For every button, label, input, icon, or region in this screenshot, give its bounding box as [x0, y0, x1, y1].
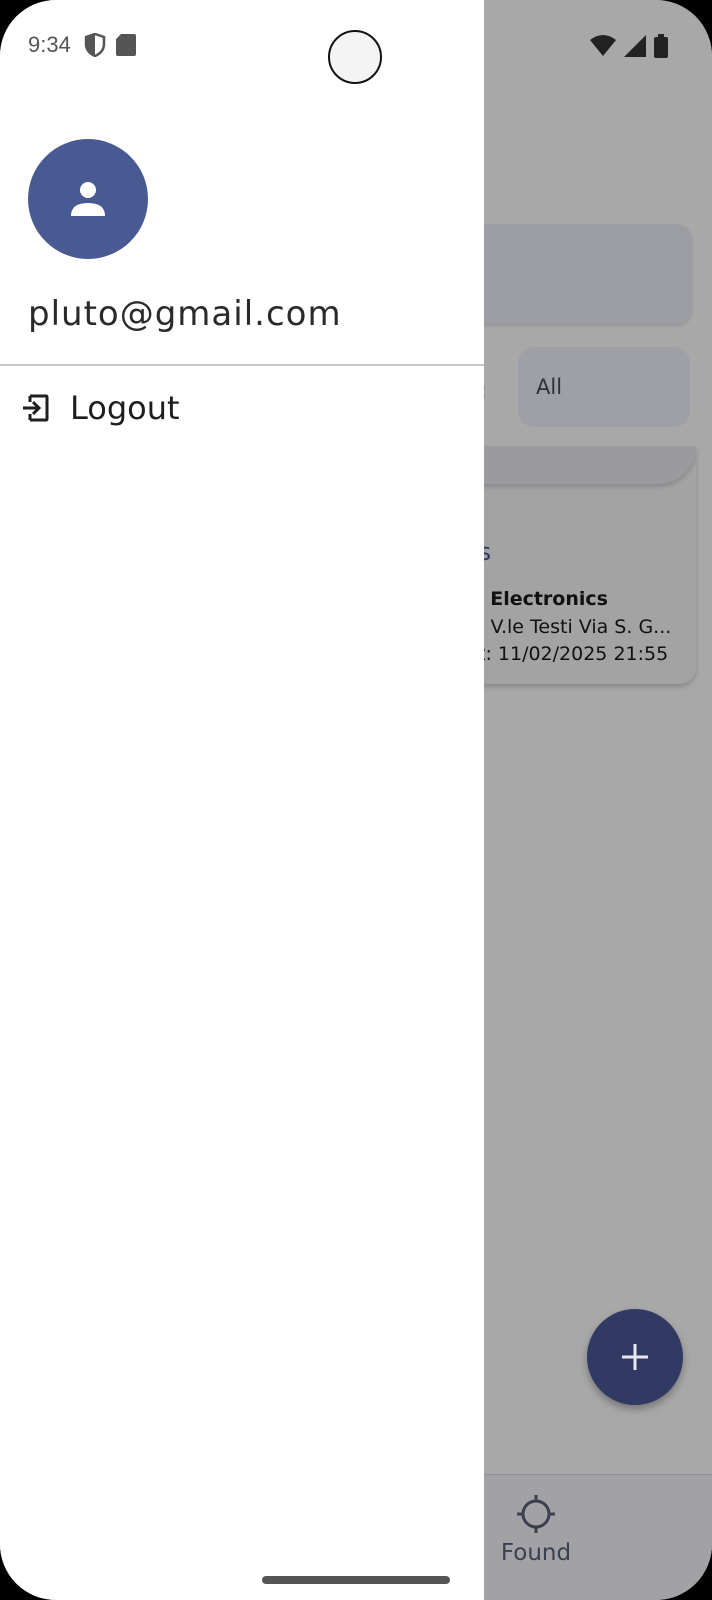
gesture-navigation-bar[interactable]	[262, 1576, 450, 1584]
filter-chip[interactable]: All	[518, 347, 690, 427]
person-icon	[71, 182, 105, 216]
drawer-divider	[0, 364, 484, 366]
crosshair-icon	[517, 1495, 555, 1533]
logout-menu-item[interactable]: Logout	[0, 380, 484, 436]
logout-icon	[23, 394, 49, 422]
device-screen: : All os : Electronics : V.le Testi Via …	[0, 0, 712, 1600]
card-category: : Electronics	[476, 588, 608, 610]
sd-card-icon	[116, 34, 136, 56]
nav-item-found[interactable]: Found	[486, 1494, 586, 1566]
wifi-icon	[590, 35, 616, 56]
card-date: t: 11/02/2025 21:55	[478, 643, 669, 665]
camera-cutout	[328, 30, 382, 84]
status-icons-left	[84, 33, 136, 57]
nav-item-found-label: Found	[500, 1540, 572, 1566]
filter-chip-label: All	[536, 375, 563, 399]
status-time: 9:34	[28, 32, 71, 57]
add-item-button[interactable]	[587, 1309, 683, 1405]
avatar[interactable]	[28, 139, 148, 259]
battery-icon	[654, 34, 668, 58]
navigation-drawer: 9:34 pluto@gmail.com Logout	[0, 0, 484, 1600]
plus-icon	[622, 1344, 648, 1370]
cell-signal-icon	[624, 35, 646, 57]
shield-icon	[84, 33, 106, 57]
user-email: pluto@gmail.com	[28, 294, 342, 334]
logout-label: Logout	[70, 389, 180, 427]
card-location: : V.le Testi Via S. G...	[478, 616, 672, 638]
status-icons-right	[590, 34, 668, 58]
